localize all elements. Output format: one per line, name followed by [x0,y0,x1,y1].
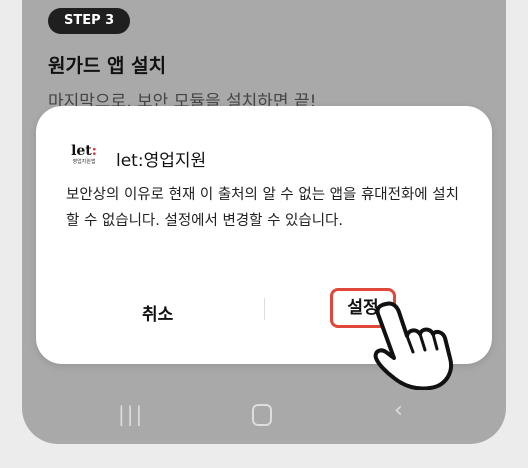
back-icon[interactable]: ‹ [394,398,403,423]
app-name: let:영업지원 [116,151,207,171]
step-title: 원가드 앱 설치 [48,55,167,77]
button-divider [264,298,265,320]
app-logo-subtitle: 영업지원앱 [72,159,96,165]
step-badge: STEP 3 [48,8,131,34]
hand-pointer-icon [373,301,453,390]
app-logo: let: 영업지원앱 [66,144,102,172]
cancel-button[interactable]: 취소 [142,300,173,325]
recent-apps-icon[interactable]: ||| [118,402,144,426]
app-logo-accent: : [91,143,97,159]
app-logo-prefix: let [71,143,92,159]
home-icon[interactable] [252,404,272,426]
dialog-message: 보안상의 이유로 현재 이 출처의 알 수 없는 앱을 휴대전화에 설치할 수 … [66,187,459,229]
navigation-bar: ||| ‹ [22,396,506,438]
